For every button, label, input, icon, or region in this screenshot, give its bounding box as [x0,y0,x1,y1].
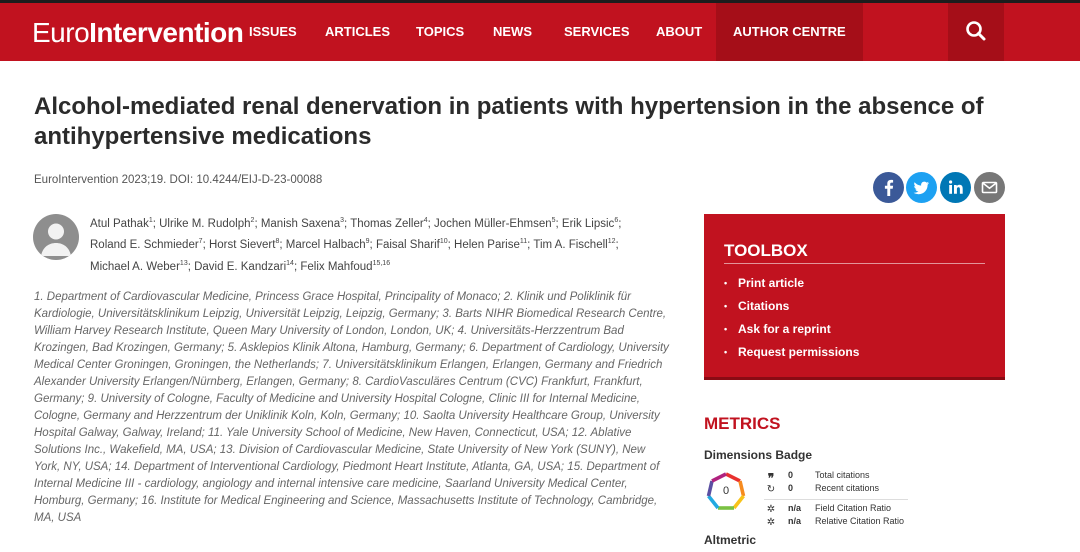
nav-issues[interactable]: ISSUES [249,3,297,61]
print-article-label: Print article [738,276,805,290]
field-citation-ratio-label: Field Citation Ratio [815,503,892,513]
author-affiliation-number: 10 [439,238,448,246]
nav-articles[interactable]: ARTICLES [325,3,390,61]
search-icon [966,21,986,41]
nav-about[interactable]: ABOUT [656,3,702,61]
badge-value: 0 [722,485,730,497]
author-name[interactable]: Marcel Halbach [286,239,366,251]
author-affiliation-number: 14 [286,259,294,267]
author-name[interactable]: Tim A. Fischell [533,239,607,251]
author-name[interactable]: Horst Sievert [209,239,275,251]
bullet-icon: • [724,301,728,311]
nav-services[interactable]: SERVICES [564,3,630,61]
affiliations: 1. Department of Cardiovascular Medicine… [34,291,669,524]
author-affiliation-number: 2 [250,217,255,224]
dimensions-badge[interactable]: 0 [704,470,748,514]
author-name[interactable]: Faisal Sharif [376,239,440,251]
metrics-title: METRICS [704,414,781,433]
nav-news[interactable]: NEWS [493,3,532,61]
main-navigation: EuroIntervention ISSUES ARTICLES TOPICS … [0,3,1080,61]
author-affiliation-number: 1 [148,217,153,224]
author-name[interactable]: Ulrike M. Rudolph [159,218,250,230]
author-affiliation-number: 9 [365,238,370,246]
author-affiliation-number: 11 [519,238,528,246]
field-citation-ratio-value: n/a [788,503,802,513]
author-affiliation-number: 7 [198,238,203,246]
bullet-icon: • [724,278,728,288]
author-affiliation-number: 15,16 [372,259,391,267]
toolbox-panel: TOOLBOX • Print article • Citations • Ask f… [704,214,1005,380]
total-citations-value: 0 [788,470,794,480]
toolbox-title: TOOLBOX [724,241,808,260]
author-affiliation-number: 6 [614,217,619,224]
author-name[interactable]: Thomas Zeller [350,218,424,230]
site-logo[interactable]: EuroIntervention [32,17,244,49]
author-name[interactable]: Atul Pathak [90,218,149,230]
metrics-divider [764,499,908,500]
recent-citations-value: 0 [788,483,794,493]
article-citation: EuroIntervention 2023;19. DOI: 10.4244/E… [34,174,323,186]
twitter-icon [913,181,930,195]
author-affiliation-number: 3 [340,217,345,224]
author-avatar [33,214,79,260]
dimensions-badge-label: Dimensions Badge [704,448,813,462]
search-button[interactable] [948,3,1004,61]
nav-topics[interactable]: TOPICS [416,3,464,61]
author-name[interactable]: Jochen Müller-Ehmsen [434,218,552,230]
author-name[interactable]: David E. Kandzari [194,260,286,272]
article-title: Alcohol-mediated renal denervation in pa… [34,93,984,150]
linkedin-icon [949,180,963,194]
share-facebook[interactable] [873,172,904,203]
author-name[interactable]: Helen Parise [454,239,520,251]
altmetric-label: Altmetric [704,533,757,547]
bullet-icon: • [724,347,728,357]
recent-citations-label: Recent citations [815,483,880,493]
author-list: Atul Pathak1; Ulrike M. Rudolph2; Manish… [90,217,622,273]
quote-icon: ❞ [767,471,775,485]
author-affiliation-number: 8 [275,238,280,246]
bullet-icon: • [724,324,728,334]
toolbox-divider [724,263,985,264]
author-affiliation-number: 13 [179,259,188,267]
user-avatar-icon [41,223,71,256]
author-affiliation-number: 12 [607,238,616,246]
ask-reprint-link[interactable]: • Ask for a reprint [724,322,831,336]
author-name[interactable]: Manish Saxena [261,218,340,230]
author-name[interactable]: Erik Lipsic [562,218,614,230]
nav-author-centre[interactable]: AUTHOR CENTRE [716,3,863,61]
author-name[interactable]: Michael A. Weber [90,260,180,272]
total-citations-label: Total citations [815,470,870,480]
recent-clock-icon: ↻ [766,484,776,495]
author-name[interactable]: Roland E. Schmieder [90,239,199,251]
print-article-link[interactable]: • Print article [724,276,804,290]
ask-reprint-label: Ask for a reprint [738,322,831,336]
facebook-icon [884,179,894,196]
request-permissions-link[interactable]: • Request permissions [724,345,859,359]
logo-part-2: Intervention [89,17,244,48]
request-permissions-label: Request permissions [738,345,860,359]
author-affiliation-number: 4 [423,217,428,224]
relative-citation-ratio-value: n/a [788,516,802,526]
citations-link[interactable]: • Citations [724,299,789,313]
author-name[interactable]: Felix Mahfoud [300,260,372,272]
relative-citation-ratio-label: Relative Citation Ratio [815,516,905,526]
relative-ratio-icon: ✲ [766,517,776,528]
share-twitter[interactable] [906,172,937,203]
email-icon [981,181,998,194]
author-affiliation-number: 5 [551,217,556,224]
field-ratio-icon: ✲ [766,504,776,515]
share-linkedin[interactable] [940,172,971,203]
logo-part-1: Euro [32,17,90,48]
citations-label: Citations [738,299,790,313]
share-email[interactable] [974,172,1005,203]
